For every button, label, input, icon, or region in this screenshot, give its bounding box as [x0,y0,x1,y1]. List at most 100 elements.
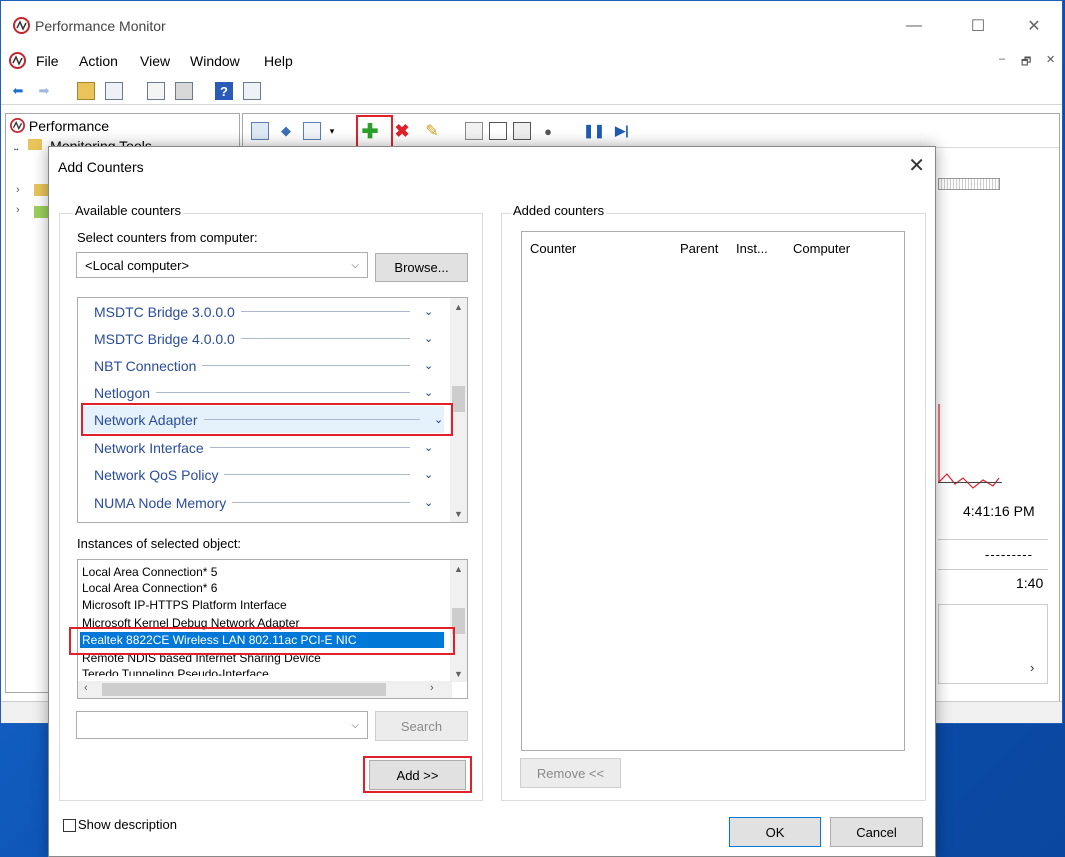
scroll-right-icon[interactable]: › [430,682,434,694]
counter-object-label: NUMA Node Memory [94,494,227,511]
added-counters-list[interactable]: Counter Parent Inst... Computer [521,231,905,751]
cancel-button[interactable]: Cancel [830,817,923,847]
counter-object-label: MSDTC Bridge 3.0.0.0 [94,303,235,320]
dialog-close-button[interactable]: ✕ [908,153,925,178]
action-pane-icon[interactable] [243,82,261,100]
scroll-up-icon[interactable]: ▲ [450,298,467,315]
added-counters-label: Added counters [511,203,607,218]
mdi-minimize-button[interactable]: – [999,53,1005,65]
update-data-icon[interactable]: ▶| [613,122,631,140]
menu-view[interactable]: View [140,53,170,69]
instances-label: Instances of selected object: [77,536,242,551]
perfmon-menu-icon[interactable] [9,52,26,69]
chevron-down-icon[interactable]: ⌄ [424,496,434,509]
graph-type-dropdown-icon[interactable]: ▾ [323,122,341,140]
mdi-close-button[interactable]: ✕ [1046,53,1055,66]
select-computer-label: Select counters from computer: [77,230,258,245]
close-window-button[interactable]: ✕ [1011,11,1057,41]
counter-object-item[interactable]: Netlogon ⌄ [94,379,434,406]
search-button[interactable]: Search [375,711,468,741]
collapse-chevron-icon[interactable]: › [16,184,20,196]
graph-scale-box [938,178,1000,190]
show-hide-tree-icon[interactable] [105,82,123,100]
counter-object-item[interactable]: Network Interface ⌄ [94,434,434,461]
menu-window[interactable]: Window [190,53,240,69]
folder-icon [28,139,43,150]
chevron-down-icon[interactable]: ⌄ [424,386,434,399]
scrollbar-thumb[interactable] [452,386,465,412]
chevron-down-icon[interactable]: ⌄ [424,305,434,318]
divider [202,365,410,366]
counter-object-item[interactable]: MSDTC Bridge 3.0.0.0 ⌄ [94,298,434,325]
column-header-counter[interactable]: Counter [530,241,576,256]
remove-button[interactable]: Remove << [520,758,621,788]
chevron-down-icon[interactable]: ⌄ [424,359,434,372]
freeze-icon[interactable]: ◆ [277,122,295,140]
properties-icon[interactable] [513,122,531,140]
scroll-down-icon[interactable]: ▼ [450,505,467,522]
paste-counter-list-icon[interactable] [489,122,507,140]
title-bar: Performance Monitor — ☐ ✕ [1,1,1062,45]
column-header-parent[interactable]: Parent [680,241,718,256]
scroll-left-icon[interactable]: ‹ [84,682,88,694]
scroll-up-icon[interactable]: ▲ [450,560,467,577]
mdi-restore-button[interactable]: 🗗 [1021,53,1031,72]
pause-icon[interactable]: ❚❚ [583,122,605,140]
menu-file[interactable]: File [36,53,59,69]
network-adapter-highlight [81,403,453,436]
show-description-checkbox[interactable] [63,819,76,832]
delete-counter-icon[interactable]: ✖ [393,121,411,141]
counter-object-item[interactable]: MSDTC Bridge 4.0.0.0 ⌄ [94,325,434,352]
show-description-label[interactable]: Show description [78,817,177,832]
back-arrow-icon[interactable]: ⬅ [9,82,27,100]
graph-time-label: 4:41:16 PM [963,503,1035,519]
help-icon[interactable]: ? [215,82,233,100]
collapse-chevron-icon[interactable]: › [16,204,20,216]
instance-item[interactable]: Local Area Connection* 6 [82,580,217,596]
highlight-pencil-icon[interactable]: ✎ [423,122,441,140]
counter-object-item[interactable]: Network QoS Policy ⌄ [94,461,434,488]
chevron-down-icon[interactable]: ⌄ [424,468,434,481]
divider [224,474,410,475]
instances-vertical-scrollbar[interactable]: ▲ ▼ [450,560,467,682]
view-graph-icon[interactable] [251,122,269,140]
counter-object-item[interactable]: NUMA Node Memory ⌄ [94,489,434,516]
instance-item[interactable]: Microsoft IP-HTTPS Platform Interface [82,597,287,613]
menu-help[interactable]: Help [264,53,293,69]
chevron-down-icon[interactable]: ⌄ [424,332,434,345]
instances-horizontal-scrollbar[interactable]: ‹ › [78,681,452,698]
properties-icon[interactable] [147,82,165,100]
browse-button[interactable]: Browse... [375,253,468,282]
search-combo[interactable]: ⌵ [76,711,368,739]
computer-select-value: <Local computer> [85,257,190,273]
instance-item[interactable]: Teredo Tunneling Pseudo-Interface [82,666,269,676]
scroll-down-icon[interactable]: ▼ [450,665,467,682]
menu-action[interactable]: Action [79,53,118,69]
ok-button[interactable]: OK [729,817,821,847]
instance-item[interactable]: Local Area Connection* 5 [82,564,217,580]
forward-arrow-icon[interactable]: ➡ [35,82,53,100]
change-graph-type-icon[interactable] [303,122,321,140]
zoom-icon[interactable]: ● [539,122,557,140]
counter-object-item[interactable]: NBT Connection ⌄ [94,352,434,379]
scrollbar-thumb[interactable] [102,683,386,696]
add-counter-highlight [356,115,393,149]
up-folder-icon[interactable] [77,82,95,100]
minimize-button[interactable]: — [891,11,937,41]
divider [240,338,410,339]
copy-properties-icon[interactable] [465,122,483,140]
divider [938,569,1048,570]
realtek-instance-highlight [69,627,455,655]
column-header-instance[interactable]: Inst... [736,241,768,256]
chevron-down-icon[interactable]: ⌄ [424,441,434,454]
window-title: Performance Monitor [35,18,166,34]
print-icon[interactable] [175,82,193,100]
expand-chevron-icon[interactable]: ⌄ [12,143,20,150]
computer-select[interactable]: <Local computer> ⌵ [76,252,368,278]
column-header-computer[interactable]: Computer [793,241,850,256]
maximize-button[interactable]: ☐ [955,11,1001,41]
divider [232,502,410,503]
divider [240,311,410,312]
legend-scroll-right-icon[interactable]: › [1030,660,1034,675]
tree-item-performance[interactable]: Performance [10,118,109,134]
